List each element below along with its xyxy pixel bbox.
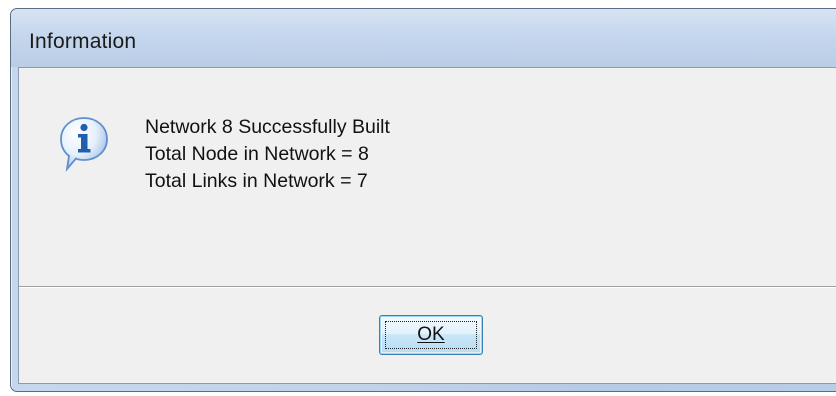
message-area: Network 8 Successfully Built Total Node … [19, 68, 836, 286]
message-line-link-count: Total Links in Network = 7 [145, 170, 368, 192]
title-bar[interactable]: Information [11, 9, 836, 67]
message-line-node-count: Total Node in Network = 8 [145, 143, 369, 165]
ok-button[interactable]: OK [379, 315, 483, 355]
button-bar: OK [19, 288, 836, 383]
information-dialog: Information Network 8 Successfully Built… [10, 8, 836, 392]
message-line-success: Network 8 Successfully Built [145, 116, 390, 138]
ok-button-label: OK [417, 324, 445, 345]
dialog-client-area: Network 8 Successfully Built Total Node … [18, 67, 836, 384]
information-icon [60, 117, 108, 172]
message-text: Network 8 Successfully Built Total Node … [145, 114, 390, 195]
window-title: Information [29, 30, 137, 53]
